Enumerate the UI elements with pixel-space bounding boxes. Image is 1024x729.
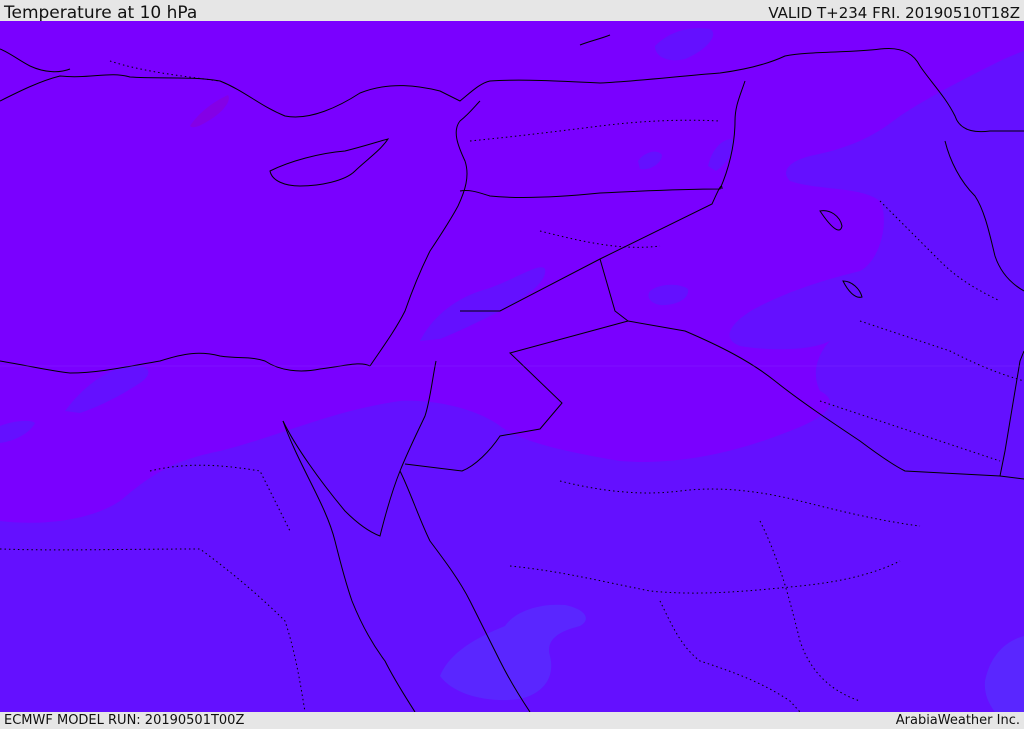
map-canvas: [0, 21, 1024, 712]
footer-bar: ECMWF MODEL RUN: 20190501T00Z ArabiaWeat…: [0, 712, 1024, 729]
credit-label: ArabiaWeather Inc.: [895, 713, 1020, 728]
map-title: Temperature at 10 hPa: [4, 3, 198, 23]
map-figure: Temperature at 10 hPa VALID T+234 FRI. 2…: [0, 0, 1024, 729]
model-run-label: ECMWF MODEL RUN: 20190501T00Z: [4, 713, 245, 728]
temperature-map-svg: [0, 21, 1024, 712]
header-bar: Temperature at 10 hPa VALID T+234 FRI. 2…: [0, 0, 1024, 23]
valid-time-label: VALID T+234 FRI. 20190510T18Z: [768, 4, 1020, 22]
